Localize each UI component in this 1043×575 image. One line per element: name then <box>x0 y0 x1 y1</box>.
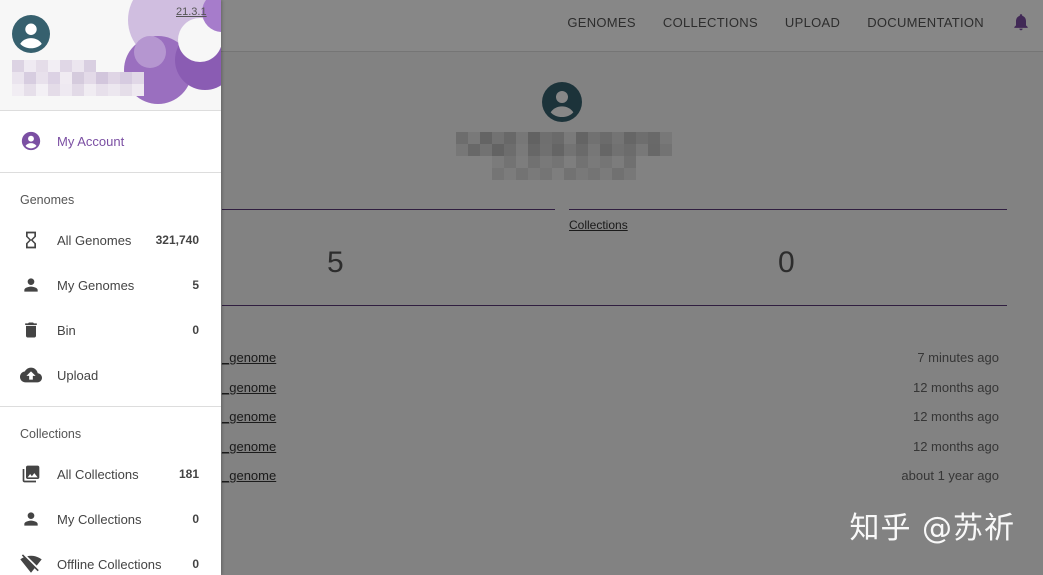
drawer-item-count: 0 <box>192 557 199 571</box>
drawer-item-count: 0 <box>192 512 199 526</box>
person-icon <box>20 508 42 530</box>
wifi-off-icon <box>20 553 42 575</box>
hourglass-icon <box>20 229 42 251</box>
drawer-item-label: All Collections <box>57 466 139 482</box>
cloud-upload-icon <box>20 364 42 386</box>
collections-section-title: Collections <box>20 427 82 441</box>
trash-icon <box>20 319 42 341</box>
drawer-item-upload[interactable]: Upload <box>0 355 221 395</box>
user-avatar-icon[interactable] <box>12 15 50 53</box>
account-circle-icon <box>20 130 42 152</box>
drawer-item-label: All Genomes <box>57 232 132 248</box>
drawer-item-offline-collections[interactable]: Offline Collections 0 <box>0 544 221 575</box>
drawer-item-label: My Genomes <box>57 277 135 293</box>
photo-library-icon <box>20 463 42 485</box>
redacted-username <box>12 72 144 84</box>
redacted-username <box>12 60 96 72</box>
genomes-section-title: Genomes <box>20 193 75 207</box>
drawer-item-label: Bin <box>57 322 76 338</box>
drawer-item-count: 0 <box>192 323 199 337</box>
drawer-item-my-collections[interactable]: My Collections 0 <box>0 499 221 539</box>
drawer-item-count: 5 <box>192 278 199 292</box>
drawer-divider <box>0 406 221 407</box>
drawer-item-label: My Account <box>57 133 125 149</box>
drawer-divider <box>0 172 221 173</box>
navigation-drawer: 21.3.1 My Account Genomes All Genomes 32… <box>0 0 221 575</box>
person-icon <box>20 274 42 296</box>
redacted-email <box>12 84 144 96</box>
drawer-item-count: 181 <box>178 467 199 481</box>
version-link[interactable]: 21.3.1 <box>176 6 207 18</box>
drawer-item-my-genomes[interactable]: My Genomes 5 <box>0 265 221 305</box>
drawer-item-label: Offline Collections <box>57 556 162 572</box>
drawer-header: 21.3.1 <box>0 0 221 111</box>
watermark-text: 知乎 @苏祈 <box>849 511 1015 546</box>
drawer-item-all-genomes[interactable]: All Genomes 321,740 <box>0 220 221 260</box>
drawer-item-bin[interactable]: Bin 0 <box>0 310 221 350</box>
drawer-item-count: 321,740 <box>155 233 199 247</box>
drawer-item-my-account[interactable]: My Account <box>0 121 221 161</box>
drawer-item-label: My Collections <box>57 511 142 527</box>
drawer-item-all-collections[interactable]: All Collections 181 <box>0 454 221 494</box>
drawer-item-label: Upload <box>57 367 99 383</box>
